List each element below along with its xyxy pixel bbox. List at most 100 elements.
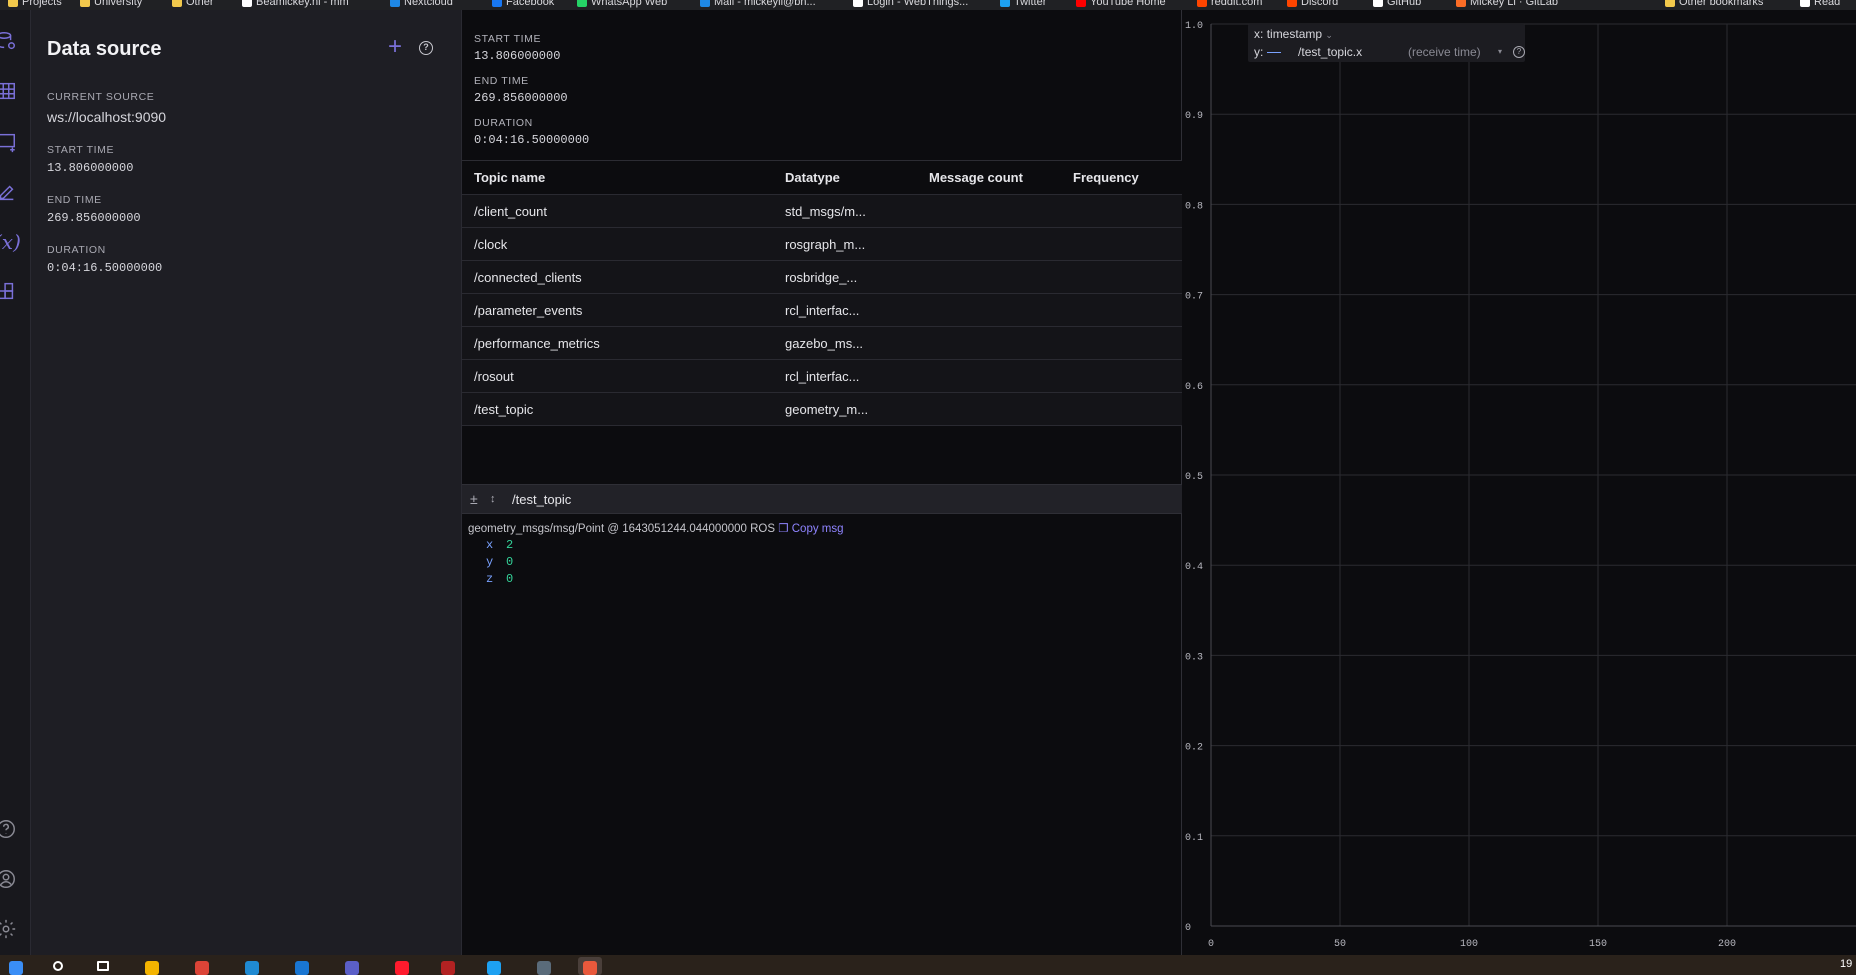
topic-datatype: gazebo_ms... [785, 336, 864, 351]
header-frequency[interactable]: Frequency [1073, 161, 1139, 194]
table-row[interactable]: /parameter_events rcl_interfac... [462, 294, 1182, 327]
copy-msg-button[interactable]: Copy msg [792, 523, 844, 535]
copy-icon: ❐ [778, 523, 789, 535]
field-key: y [486, 555, 494, 569]
bookmark-item[interactable]: WhatsApp Web [577, 0, 667, 9]
bookmark-item[interactable]: Login - WebThings... [853, 0, 968, 9]
bookmark-item[interactable]: University [80, 0, 142, 9]
help-icon[interactable] [0, 818, 18, 842]
bookmark-item[interactable]: YouTube Home [1076, 0, 1166, 9]
header-message-count[interactable]: Message count [929, 161, 1023, 194]
edge-icon[interactable] [290, 957, 314, 975]
site-icon [242, 0, 252, 7]
bookmark-item[interactable]: reddit.com [1197, 0, 1262, 9]
variables-icon[interactable]: (x) [0, 230, 21, 254]
help-icon[interactable]: ? [1513, 46, 1525, 58]
stat-duration-label: DURATION [474, 117, 533, 129]
table-row[interactable]: /rosout rcl_interfac... [462, 360, 1182, 393]
edit-icon[interactable] [0, 181, 18, 205]
field-key: x [486, 538, 494, 552]
table-row[interactable]: /clock rosgraph_m... [462, 228, 1182, 261]
expand-all-icon[interactable]: ± [470, 491, 478, 507]
x-axis-value: timestamp [1266, 27, 1323, 41]
field-value: 0 [506, 555, 514, 569]
bookmark-item[interactable]: Read [1800, 0, 1840, 9]
bookmark-item[interactable]: Mail - mickeyli@bn... [700, 0, 816, 9]
current-source-label: CURRENT SOURCE [47, 91, 155, 103]
bookmark-label: Mickey Li · GitLab [1470, 0, 1559, 8]
topic-name: /performance_metrics [474, 336, 600, 351]
start-icon[interactable] [4, 957, 28, 975]
plot-chart[interactable]: 0 0.1 0.2 0.3 0.4 0.5 0.6 0.7 0.8 0.9 1.0 0 50 100 150… [1182, 10, 1856, 955]
nav-rail: (x) [0, 10, 31, 955]
header-topic-name[interactable]: Topic name [474, 161, 545, 194]
x-axis-label: x: [1254, 27, 1264, 41]
account-icon[interactable] [0, 868, 18, 892]
bookmark-item[interactable]: Twitter [1000, 0, 1046, 9]
collapse-icon[interactable]: ↕ [490, 493, 496, 505]
app-icon[interactable] [532, 957, 556, 975]
table-row[interactable]: /performance_metrics gazebo_ms... [462, 327, 1182, 360]
bookmark-item[interactable]: Other [172, 0, 214, 9]
dropdown-icon[interactable]: ▾ [1498, 43, 1502, 61]
table-row[interactable]: /client_count std_msgs/m... [462, 195, 1182, 228]
y-tick-label: 0.8 [1185, 201, 1203, 212]
add-source-button[interactable]: + [383, 35, 407, 60]
message-topic-path[interactable]: /test_topic [512, 492, 571, 507]
bookmark-item[interactable]: Beamickey.nl - mm [242, 0, 349, 9]
app-icon[interactable] [482, 957, 506, 975]
vscode-icon[interactable] [240, 957, 264, 975]
header-datatype[interactable]: Datatype [785, 161, 840, 194]
data-source-sidebar: Data source + ? CURRENT SOURCE ws://loca… [31, 10, 462, 955]
message-meta-text: geometry_msgs/msg/Point @ 1643051244.044… [468, 523, 776, 535]
x-tick-label: 100 [1460, 939, 1478, 950]
end-time-value: 269.856000000 [47, 211, 141, 225]
bookmark-label: Projects [22, 0, 62, 8]
help-icon[interactable]: ? [419, 41, 433, 55]
table-row[interactable]: /connected_clients rosbridge_... [462, 261, 1182, 294]
foxglove-icon[interactable] [578, 957, 602, 975]
table-icon[interactable] [0, 80, 18, 104]
y-tick-label: 0.3 [1185, 652, 1203, 663]
bookmark-item[interactable]: Nextcloud [390, 0, 453, 9]
x-axis-selector[interactable]: x: timestamp ⌄ [1254, 25, 1333, 43]
bookmark-item[interactable]: Other bookmarks [1665, 0, 1763, 9]
settings-icon[interactable] [0, 918, 18, 942]
file-explorer-icon[interactable] [140, 957, 164, 975]
table-row[interactable]: /test_topic geometry_m... [462, 393, 1182, 426]
bookmark-item[interactable]: GitHub [1373, 0, 1421, 9]
sidebar-title: Data source [47, 38, 162, 60]
opera-icon[interactable] [390, 957, 414, 975]
folder-icon [172, 0, 182, 7]
search-icon[interactable] [48, 957, 72, 975]
reddit-icon [1197, 0, 1207, 7]
y-tick-label: 0.4 [1185, 562, 1203, 573]
teams-icon-glyph [345, 961, 359, 975]
bookmark-label: Twitter [1014, 0, 1047, 8]
extensions-icon[interactable] [0, 280, 18, 304]
bookmark-label: University [94, 0, 143, 8]
teams-icon[interactable] [340, 957, 364, 975]
series-path[interactable]: /test_topic.x [1298, 45, 1362, 59]
bookmark-label: reddit.com [1211, 0, 1263, 8]
chrome-icon[interactable] [190, 957, 214, 975]
add-panel-icon[interactable] [0, 131, 18, 155]
y-series-row[interactable]: y: /test_topic.x (receive time) ▾ ? [1254, 43, 1525, 61]
plot-legend: x: timestamp ⌄ y: /test_topic.x (receive… [1248, 24, 1525, 62]
bookmark-label: YouTube Home [1090, 0, 1166, 8]
discord-icon [1287, 0, 1297, 7]
message-metadata: geometry_msgs/msg/Point @ 1643051244.044… [468, 521, 844, 535]
data-source-icon[interactable] [0, 30, 18, 54]
app-icon[interactable] [436, 957, 460, 975]
bookmark-item[interactable]: Discord [1287, 0, 1338, 9]
bookmark-item[interactable]: Mickey Li · GitLab [1456, 0, 1558, 9]
bookmark-item[interactable]: Facebook [492, 0, 554, 9]
folder-icon [8, 0, 18, 7]
foxglove-icon-glyph [583, 961, 597, 975]
vscode-icon-glyph [245, 961, 259, 975]
start-time-value: 13.806000000 [47, 161, 134, 175]
topic-name: /parameter_events [474, 303, 583, 318]
timestamp-method[interactable]: (receive time) [1408, 43, 1481, 61]
task-view-icon[interactable] [92, 957, 116, 975]
bookmark-item[interactable]: Projects [8, 0, 62, 9]
